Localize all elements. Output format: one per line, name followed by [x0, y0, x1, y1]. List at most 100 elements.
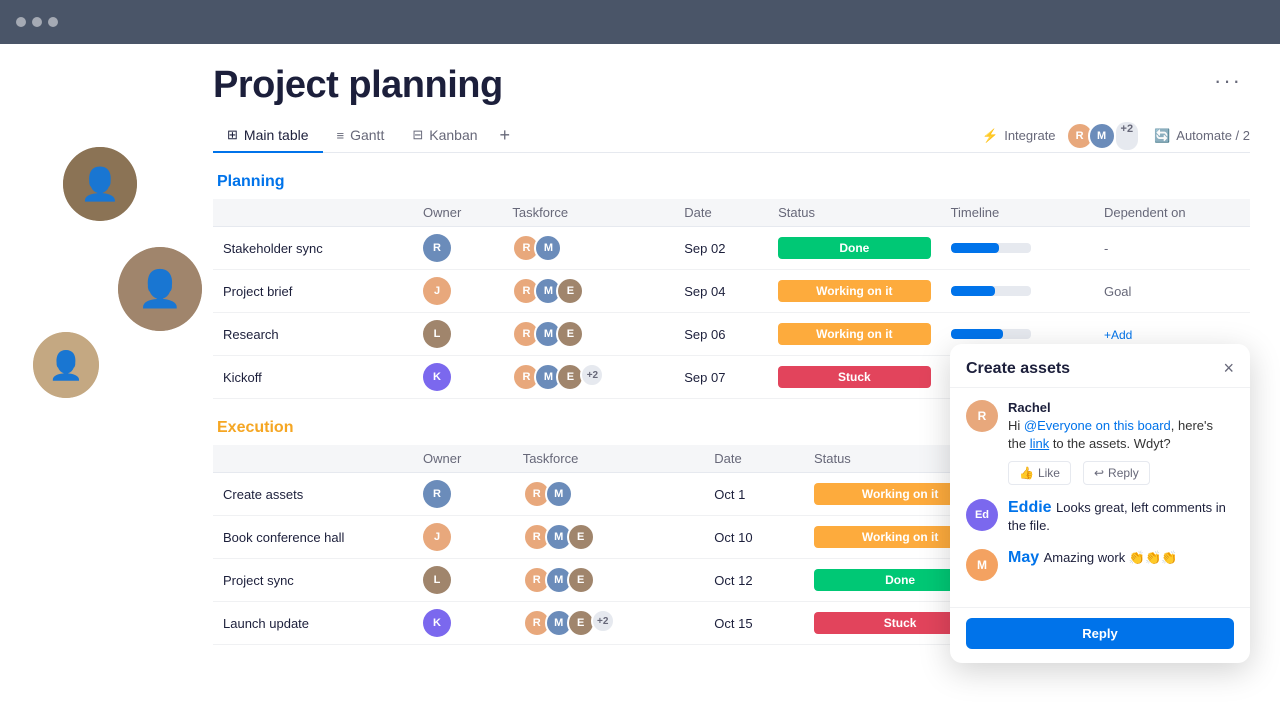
popup-header: Create assets × — [950, 344, 1250, 388]
owner-cell: J — [413, 270, 502, 313]
task-name: Project brief — [213, 270, 413, 313]
exec-col-owner: Owner — [413, 445, 513, 473]
task-name: Stakeholder sync — [213, 227, 413, 270]
tabs-row: ⊞ Main table ≡ Gantt ⊟ Kanban + ⚡ Integr… — [213, 119, 1250, 153]
footer-reply-button[interactable]: Reply — [966, 618, 1234, 649]
col-status: Status — [768, 199, 940, 227]
taskforce-cell: RME — [502, 270, 674, 313]
reply-comment-2: M May Amazing work 👏👏👏 — [966, 549, 1234, 581]
automate-button[interactable]: 🔄 Automate / 2 — [1154, 128, 1250, 144]
timeline-cell — [941, 270, 1094, 313]
plus-badge: +2 — [580, 363, 604, 387]
avatar-2: E — [556, 320, 584, 348]
exec-col-taskforce: Taskforce — [513, 445, 705, 473]
comment-author-avatar: R — [966, 400, 998, 432]
status-badge: Done — [778, 237, 930, 259]
task-name: Create assets — [213, 473, 413, 516]
avatar-group: RME — [523, 523, 695, 551]
browser-dot-1 — [16, 17, 26, 27]
tab-gantt[interactable]: ≡ Gantt — [323, 119, 399, 153]
avatar-2: E — [556, 277, 584, 305]
taskforce-cell: RME — [502, 313, 674, 356]
toolbar-right: ⚡ Integrate R M +2 🔄 Automate / 2 — [982, 122, 1250, 150]
status-cell: Working on it — [768, 313, 940, 356]
reply-2-avatar: M — [966, 549, 998, 581]
exec-col-task — [213, 445, 413, 473]
avatar-float-2: 👤 — [115, 244, 205, 334]
avatar-group: RME — [512, 277, 664, 305]
reply-2-author: May — [1008, 549, 1039, 566]
date-cell: Oct 10 — [704, 516, 804, 559]
owner-avatar: R — [423, 480, 451, 508]
tab-kanban[interactable]: ⊟ Kanban — [398, 119, 491, 153]
comment-popup: Create assets × R Rachel Hi @Everyone on… — [950, 344, 1250, 663]
plus-badge: +2 — [591, 609, 615, 633]
planning-header-row: Owner Taskforce Date Status Timeline Dep… — [213, 199, 1250, 227]
taskforce-cell: RME+2 — [502, 356, 674, 399]
owner-avatar: J — [423, 277, 451, 305]
avatar-1: M — [545, 480, 573, 508]
owner-cell: L — [413, 313, 502, 356]
col-task — [213, 199, 413, 227]
planning-section-title: Planning — [213, 173, 1250, 191]
taskforce-cell: RME+2 — [513, 602, 705, 645]
task-name: Research — [213, 313, 413, 356]
add-tab-button[interactable]: + — [492, 121, 519, 150]
col-dependent: Dependent on — [1094, 199, 1250, 227]
avatar-group: RM — [523, 480, 695, 508]
integrate-button[interactable]: ⚡ Integrate — [982, 128, 1056, 144]
avatar-2: E — [567, 523, 595, 551]
avatar-float-1: 👤 — [60, 144, 140, 224]
avatar-group: RME — [523, 566, 695, 594]
dependent-cell: Goal — [1094, 270, 1250, 313]
date-cell: Sep 04 — [674, 270, 768, 313]
taskforce-cell: RM — [513, 473, 705, 516]
avatar-2: E — [567, 566, 595, 594]
reply-button[interactable]: ↩ Reply — [1083, 461, 1150, 485]
comment-author-name: Rachel — [1008, 400, 1234, 415]
comment-actions: 👍 Like ↩ Reply — [1008, 461, 1234, 485]
owner-cell: J — [413, 516, 513, 559]
col-date: Date — [674, 199, 768, 227]
popup-close-button[interactable]: × — [1223, 358, 1234, 379]
add-dependent-button[interactable]: +Add — [1104, 328, 1132, 342]
reply-comment-1: Ed Eddie Looks great, left comments in t… — [966, 499, 1234, 535]
table-row[interactable]: Stakeholder syncRRMSep 02Done- — [213, 227, 1250, 270]
status-badge: Working on it — [778, 323, 930, 345]
tabs-inner: ⊞ Main table ≡ Gantt ⊟ Kanban + — [213, 119, 978, 152]
tab-main-table[interactable]: ⊞ Main table — [213, 119, 323, 153]
table-row[interactable]: Project briefJRMESep 04Working on itGoal — [213, 270, 1250, 313]
owner-cell: R — [413, 473, 513, 516]
col-timeline: Timeline — [941, 199, 1094, 227]
reply-icon: ↩ — [1094, 466, 1104, 480]
date-cell: Oct 15 — [704, 602, 804, 645]
assets-link[interactable]: link — [1030, 436, 1050, 451]
owner-avatar: R — [423, 234, 451, 262]
status-badge: Stuck — [778, 366, 930, 388]
like-button[interactable]: 👍 Like — [1008, 461, 1071, 485]
reply-2-content: May Amazing work 👏👏👏 — [1008, 549, 1234, 581]
app-container: 👤 👤 👤 Project planning ··· ⊞ Main table … — [0, 44, 1280, 703]
owner-avatar: K — [423, 363, 451, 391]
avatar-float-3: 👤 — [30, 329, 102, 401]
taskforce-cell: RME — [513, 559, 705, 602]
date-cell: Oct 12 — [704, 559, 804, 602]
kanban-icon: ⊟ — [412, 127, 423, 143]
browser-dot-2 — [32, 17, 42, 27]
reply-1-content: Eddie Looks great, left comments in the … — [1008, 499, 1234, 535]
dependent-cell: - — [1094, 227, 1250, 270]
page-title: Project planning — [213, 64, 503, 107]
avatar-group: RME+2 — [523, 609, 695, 637]
popup-title: Create assets — [966, 360, 1070, 378]
date-cell: Sep 07 — [674, 356, 768, 399]
gantt-icon: ≡ — [337, 128, 345, 143]
page-header: Project planning ··· — [213, 64, 1250, 107]
reply-1-author: Eddie — [1008, 499, 1052, 516]
owner-cell: K — [413, 602, 513, 645]
avatar-1: M — [534, 234, 562, 262]
date-cell: Sep 06 — [674, 313, 768, 356]
table-icon: ⊞ — [227, 127, 238, 143]
more-options-button[interactable]: ··· — [1206, 64, 1250, 98]
popup-body: R Rachel Hi @Everyone on this board, her… — [950, 388, 1250, 607]
status-cell: Stuck — [768, 356, 940, 399]
